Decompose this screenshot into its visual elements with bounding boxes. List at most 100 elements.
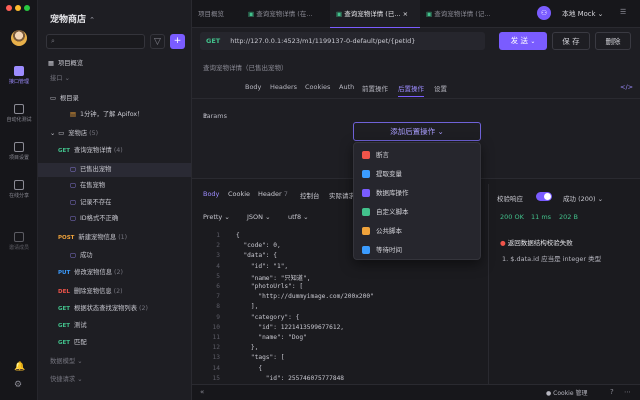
project-switcher[interactable]: 宠物商店 ⌃ [50, 12, 95, 25]
send-button[interactable]: 发 送 ⌄ [499, 32, 547, 50]
delete-button[interactable]: 删除 [595, 32, 631, 50]
response-time: 11 ms [531, 213, 552, 221]
env-icon[interactable]: ⚇ [537, 6, 551, 20]
tree-api-item[interactable]: GET 查询宠物详情 (4) [38, 144, 191, 158]
filter-button[interactable]: ▽ [150, 34, 165, 49]
tree-api-item[interactable]: POST 新建宠物信息 (1) [38, 231, 191, 245]
resp-tab-header[interactable]: Header 7 [258, 190, 288, 198]
line-number: 7 [216, 293, 220, 301]
validate-response-label: 校验响应 [497, 195, 523, 203]
tree-api-item[interactable]: PUT 修改宠物信息 (2) [38, 266, 191, 280]
avatar[interactable] [11, 30, 27, 46]
code-icon[interactable]: </> [620, 83, 633, 91]
section-quick-requests[interactable]: 快捷请求 ⌄ [38, 373, 191, 387]
menu-item[interactable]: 自定义脚本 [354, 203, 480, 221]
format-pretty-select[interactable]: Pretty ⌄ [203, 213, 230, 221]
resp-tab-console[interactable]: 控制台 [300, 190, 320, 200]
tab-overview[interactable]: 项目概览 [192, 0, 242, 28]
menu-item[interactable]: 断言 [354, 146, 480, 164]
bell-icon[interactable]: 🔔 [14, 362, 25, 372]
help-icon[interactable]: ? [610, 388, 614, 396]
api-icon: ▣ [248, 10, 255, 18]
tab-pet-detail-onsale[interactable]: ▣ 查询宠物详情 (在... [242, 0, 330, 28]
section-data-models[interactable]: 数据模型 ⌄ [38, 355, 191, 369]
tab-auth[interactable]: Auth [339, 83, 354, 91]
tree-case-item[interactable]: ▢ 在售宠物 [38, 179, 191, 193]
resp-tab-cookie[interactable]: Cookie [228, 190, 250, 198]
folder-petstore[interactable]: ⌄ ▭ 宠物店 (5) [38, 127, 191, 141]
folder-root[interactable]: ▭ 根目录 [38, 92, 191, 106]
code-line: "id": 1221413599677612, [236, 323, 345, 331]
tab-post-ops[interactable]: 后置操作 [398, 83, 424, 97]
tab-settings[interactable]: 设置 [434, 83, 447, 93]
tab-pet-detail-missing[interactable]: ▣ 查询宠物详情 (记... [420, 0, 508, 28]
add-post-operation-button[interactable]: 添加后置操作 ⌄ [353, 122, 481, 141]
rail-item-settings[interactable]: 项目设置 [0, 142, 38, 161]
code-line: { [236, 364, 263, 372]
method-select[interactable]: GET [206, 37, 220, 45]
line-number: 11 [212, 334, 220, 341]
code-line: { [236, 232, 240, 239]
tree-api-item[interactable]: GET 根据状态查找宠物列表 (2) [38, 302, 191, 316]
tab-headers[interactable]: Headers [270, 83, 297, 91]
menu-item[interactable]: 提取变量 [354, 165, 480, 183]
rail-item-invite[interactable]: 邀请成员 [0, 232, 38, 251]
divider [488, 184, 489, 384]
sidebar-item-overview[interactable]: ▦ 项目概览 [38, 57, 191, 71]
line-number: 6 [216, 283, 220, 290]
close-window-button[interactable] [6, 5, 12, 11]
tree-api-item[interactable]: GET 测试 [38, 319, 191, 333]
code-line: }, [236, 344, 259, 352]
tree-case-item[interactable]: ▢ 记录不存在 [38, 196, 191, 210]
collapse-icon[interactable]: « [200, 388, 204, 396]
tab-pre-ops[interactable]: 前置操作 [362, 83, 388, 93]
env-settings-icon[interactable]: ☰ [620, 8, 626, 16]
case-icon: ▢ [70, 252, 76, 259]
line-number: 1 [216, 232, 220, 239]
tree-case-item[interactable]: ▢ 已售出宠物 [38, 163, 191, 177]
tree-case-item[interactable]: ▢ 成功 [38, 249, 191, 263]
more-icon[interactable]: ⋯ [624, 388, 631, 396]
environment-select[interactable]: 本地 Mock ⌄ [562, 8, 603, 18]
menu-item-icon [362, 170, 370, 178]
status-select[interactable]: 成功 (200) ⌄ [563, 193, 603, 203]
menu-item[interactable]: 公共脚本 [354, 222, 480, 240]
close-icon[interactable]: × [403, 10, 408, 18]
tab-cookies[interactable]: Cookies [305, 83, 330, 91]
code-line: "http://dummyimage.com/200x200" [236, 293, 374, 301]
resp-tab-body[interactable]: Body [203, 190, 219, 198]
minimize-window-button[interactable] [15, 5, 21, 11]
tree-api-item[interactable]: GET 匹配 [38, 336, 191, 350]
add-button[interactable]: + [170, 34, 185, 49]
format-encoding-select[interactable]: utf8 ⌄ [288, 213, 309, 221]
search-input[interactable]: ⌕ [46, 34, 145, 49]
save-button[interactable]: 保 存 [552, 32, 590, 50]
rail-item-api[interactable]: 接口管理 [0, 66, 38, 85]
code-line: "id": 255746075777848 [236, 374, 345, 382]
maximize-window-button[interactable] [24, 5, 30, 11]
line-number: 12 [212, 344, 220, 352]
tree-case-item[interactable]: ▢ ID格式不正确 [38, 212, 191, 226]
status-bar: « ● Cookie 管理 ? ⋯ [192, 384, 640, 400]
test-icon [14, 104, 24, 114]
resp-tab-actual-request[interactable]: 实际请求 [329, 190, 355, 200]
menu-item[interactable]: 等待时间 [354, 241, 480, 259]
tab-pet-detail-sold[interactable]: ▣ 查询宠物详情 (已... × [330, 0, 420, 28]
rail-item-test[interactable]: 自动化测试 [0, 104, 38, 123]
tree-api-item[interactable]: DEL 删除宠物信息 (2) [38, 285, 191, 299]
tab-body[interactable]: Body [245, 83, 261, 91]
menu-item[interactable]: 数据库操作 [354, 184, 480, 202]
line-number: 15 [212, 374, 220, 382]
section-api[interactable]: 接口 ⌄ [38, 72, 191, 86]
validation-error-title: ● 返回数据结构校验失败 [500, 239, 573, 247]
rail-item-share[interactable]: 在线分享 [0, 180, 38, 199]
apifox-tip[interactable]: ▤ 1分钟，了解 Apifox！ [38, 108, 191, 122]
url-input[interactable]: GET http://127.0.0.1:4523/m1/1199137-0-de… [200, 32, 485, 50]
validate-toggle[interactable] [536, 192, 552, 201]
api-icon [14, 66, 24, 76]
case-icon: ▢ [70, 199, 76, 206]
gear-icon[interactable]: ⚙ [14, 380, 22, 390]
cookie-manager-button[interactable]: ● Cookie 管理 [546, 388, 587, 397]
format-json-select[interactable]: JSON ⌄ [247, 213, 271, 221]
doc-icon: ▤ [70, 111, 76, 118]
